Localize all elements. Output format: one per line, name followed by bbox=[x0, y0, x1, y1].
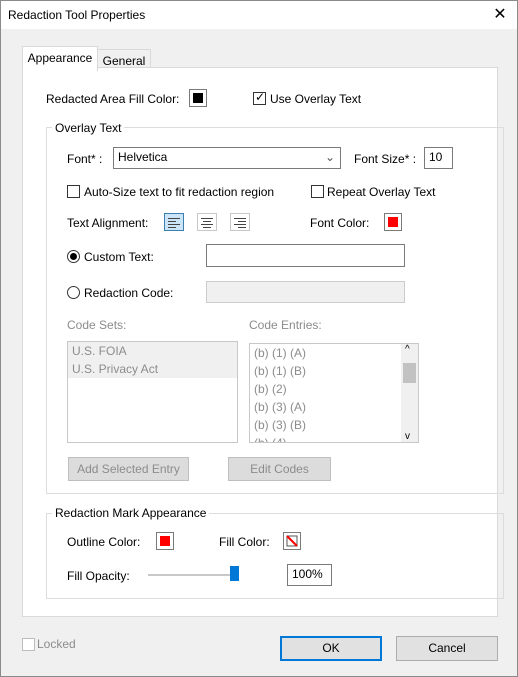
custom-text-label: Custom Text: bbox=[84, 250, 154, 264]
list-item[interactable]: (b) (3) (B) bbox=[250, 416, 402, 434]
autosize-label: Auto-Size text to fit redaction region bbox=[84, 185, 275, 199]
fill-opacity-slider-track[interactable] bbox=[148, 574, 234, 576]
checkmark-icon: ✓ bbox=[255, 90, 266, 104]
fill-opacity-input[interactable]: 100% bbox=[287, 564, 332, 586]
text-alignment-label: Text Alignment: bbox=[67, 216, 149, 230]
radio-selected-dot bbox=[70, 253, 77, 260]
font-size-label: Font Size* : bbox=[354, 152, 417, 166]
redaction-mark-legend: Redaction Mark Appearance bbox=[52, 506, 210, 520]
code-sets-label: Code Sets: bbox=[67, 318, 127, 332]
align-center-icon[interactable] bbox=[197, 213, 217, 231]
custom-text-input[interactable] bbox=[206, 244, 405, 267]
list-item[interactable]: U.S. Privacy Act bbox=[68, 360, 237, 378]
fill-color-label: Redacted Area Fill Color: bbox=[46, 92, 180, 106]
list-item[interactable]: (b) (3) (A) bbox=[250, 398, 402, 416]
align-left-icon[interactable] bbox=[164, 213, 184, 231]
align-right-icon[interactable] bbox=[230, 213, 250, 231]
fill-color-mark-label: Fill Color: bbox=[219, 535, 270, 549]
overlay-text-legend: Overlay Text bbox=[52, 121, 125, 135]
add-selected-entry-button[interactable]: Add Selected Entry bbox=[68, 457, 189, 481]
redaction-code-radio[interactable] bbox=[67, 286, 80, 299]
tab-general-label: General bbox=[102, 54, 146, 68]
fill-color-none-swatch[interactable] bbox=[283, 532, 301, 550]
cancel-button[interactable]: Cancel bbox=[396, 636, 498, 661]
use-overlay-checkbox[interactable]: ✓ bbox=[253, 90, 266, 105]
list-item[interactable]: U.S. FOIA bbox=[68, 342, 237, 360]
ok-button[interactable]: OK bbox=[280, 636, 382, 661]
tab-appearance-label: Appearance bbox=[27, 51, 93, 65]
tab-appearance[interactable]: Appearance bbox=[22, 46, 98, 71]
fill-color-swatch[interactable] bbox=[189, 89, 207, 107]
redaction-code-label: Redaction Code: bbox=[84, 286, 174, 300]
dialog-window: Redaction Tool Properties ✕ Appearance G… bbox=[0, 0, 518, 677]
fill-opacity-slider-thumb[interactable] bbox=[229, 566, 239, 581]
font-select[interactable]: Helvetica ⌄ bbox=[113, 147, 341, 169]
appearance-panel: Redacted Area Fill Color: ✓ Use Overlay … bbox=[22, 67, 504, 617]
list-item[interactable]: (b) (1) (B) bbox=[250, 362, 402, 380]
autosize-checkbox[interactable] bbox=[67, 185, 80, 198]
close-icon[interactable]: ✕ bbox=[489, 4, 511, 26]
list-item[interactable]: (b) (4) bbox=[250, 434, 402, 442]
cancel-label: Cancel bbox=[428, 641, 466, 655]
redaction-code-input[interactable] bbox=[206, 281, 405, 303]
fill-opacity-label: Fill Opacity: bbox=[67, 569, 130, 583]
fill-opacity-value: 100% bbox=[292, 567, 323, 581]
font-color-chip bbox=[388, 217, 398, 227]
custom-text-radio[interactable] bbox=[67, 250, 80, 263]
edit-codes-button[interactable]: Edit Codes bbox=[228, 457, 331, 481]
list-item[interactable]: (b) (2) bbox=[250, 380, 402, 398]
list-item[interactable]: (b) (1) (A) bbox=[250, 344, 402, 362]
repeat-overlay-checkbox[interactable] bbox=[311, 185, 324, 198]
font-color-swatch[interactable] bbox=[384, 213, 402, 231]
font-color-label: Font Color: bbox=[310, 216, 370, 230]
add-selected-entry-label: Add Selected Entry bbox=[77, 462, 180, 476]
font-label: Font* : bbox=[67, 152, 103, 166]
outline-color-label: Outline Color: bbox=[67, 535, 141, 549]
font-size-input[interactable]: 10 bbox=[424, 147, 453, 169]
locked-checkbox[interactable] bbox=[22, 638, 35, 651]
title-bar: Redaction Tool Properties ✕ bbox=[1, 1, 517, 29]
scrollbar-thumb[interactable] bbox=[403, 363, 416, 383]
edit-codes-label: Edit Codes bbox=[250, 462, 309, 476]
fill-color-chip bbox=[193, 93, 203, 103]
locked-label: Locked bbox=[37, 637, 76, 651]
code-entries-list[interactable]: (b) (1) (A) (b) (1) (B) (b) (2) (b) (3) … bbox=[249, 343, 419, 443]
no-fill-icon bbox=[286, 535, 298, 547]
code-entries-label: Code Entries: bbox=[249, 318, 322, 332]
use-overlay-label: Use Overlay Text bbox=[270, 92, 362, 106]
redaction-mark-group bbox=[46, 513, 504, 599]
outline-color-swatch[interactable] bbox=[156, 532, 174, 550]
outline-color-chip bbox=[160, 536, 170, 546]
chevron-up-icon[interactable]: ^ bbox=[405, 344, 410, 355]
repeat-overlay-label: Repeat Overlay Text bbox=[327, 185, 436, 199]
font-size-value: 10 bbox=[429, 150, 443, 164]
scrollbar[interactable]: ^ v bbox=[401, 344, 418, 442]
font-select-value: Helvetica bbox=[118, 150, 168, 164]
chevron-down-icon[interactable]: v bbox=[405, 431, 410, 442]
chevron-down-icon: ⌄ bbox=[324, 150, 335, 164]
ok-label: OK bbox=[322, 641, 340, 655]
window-title: Redaction Tool Properties bbox=[8, 8, 146, 22]
code-sets-list[interactable]: U.S. FOIA U.S. Privacy Act bbox=[67, 341, 238, 443]
